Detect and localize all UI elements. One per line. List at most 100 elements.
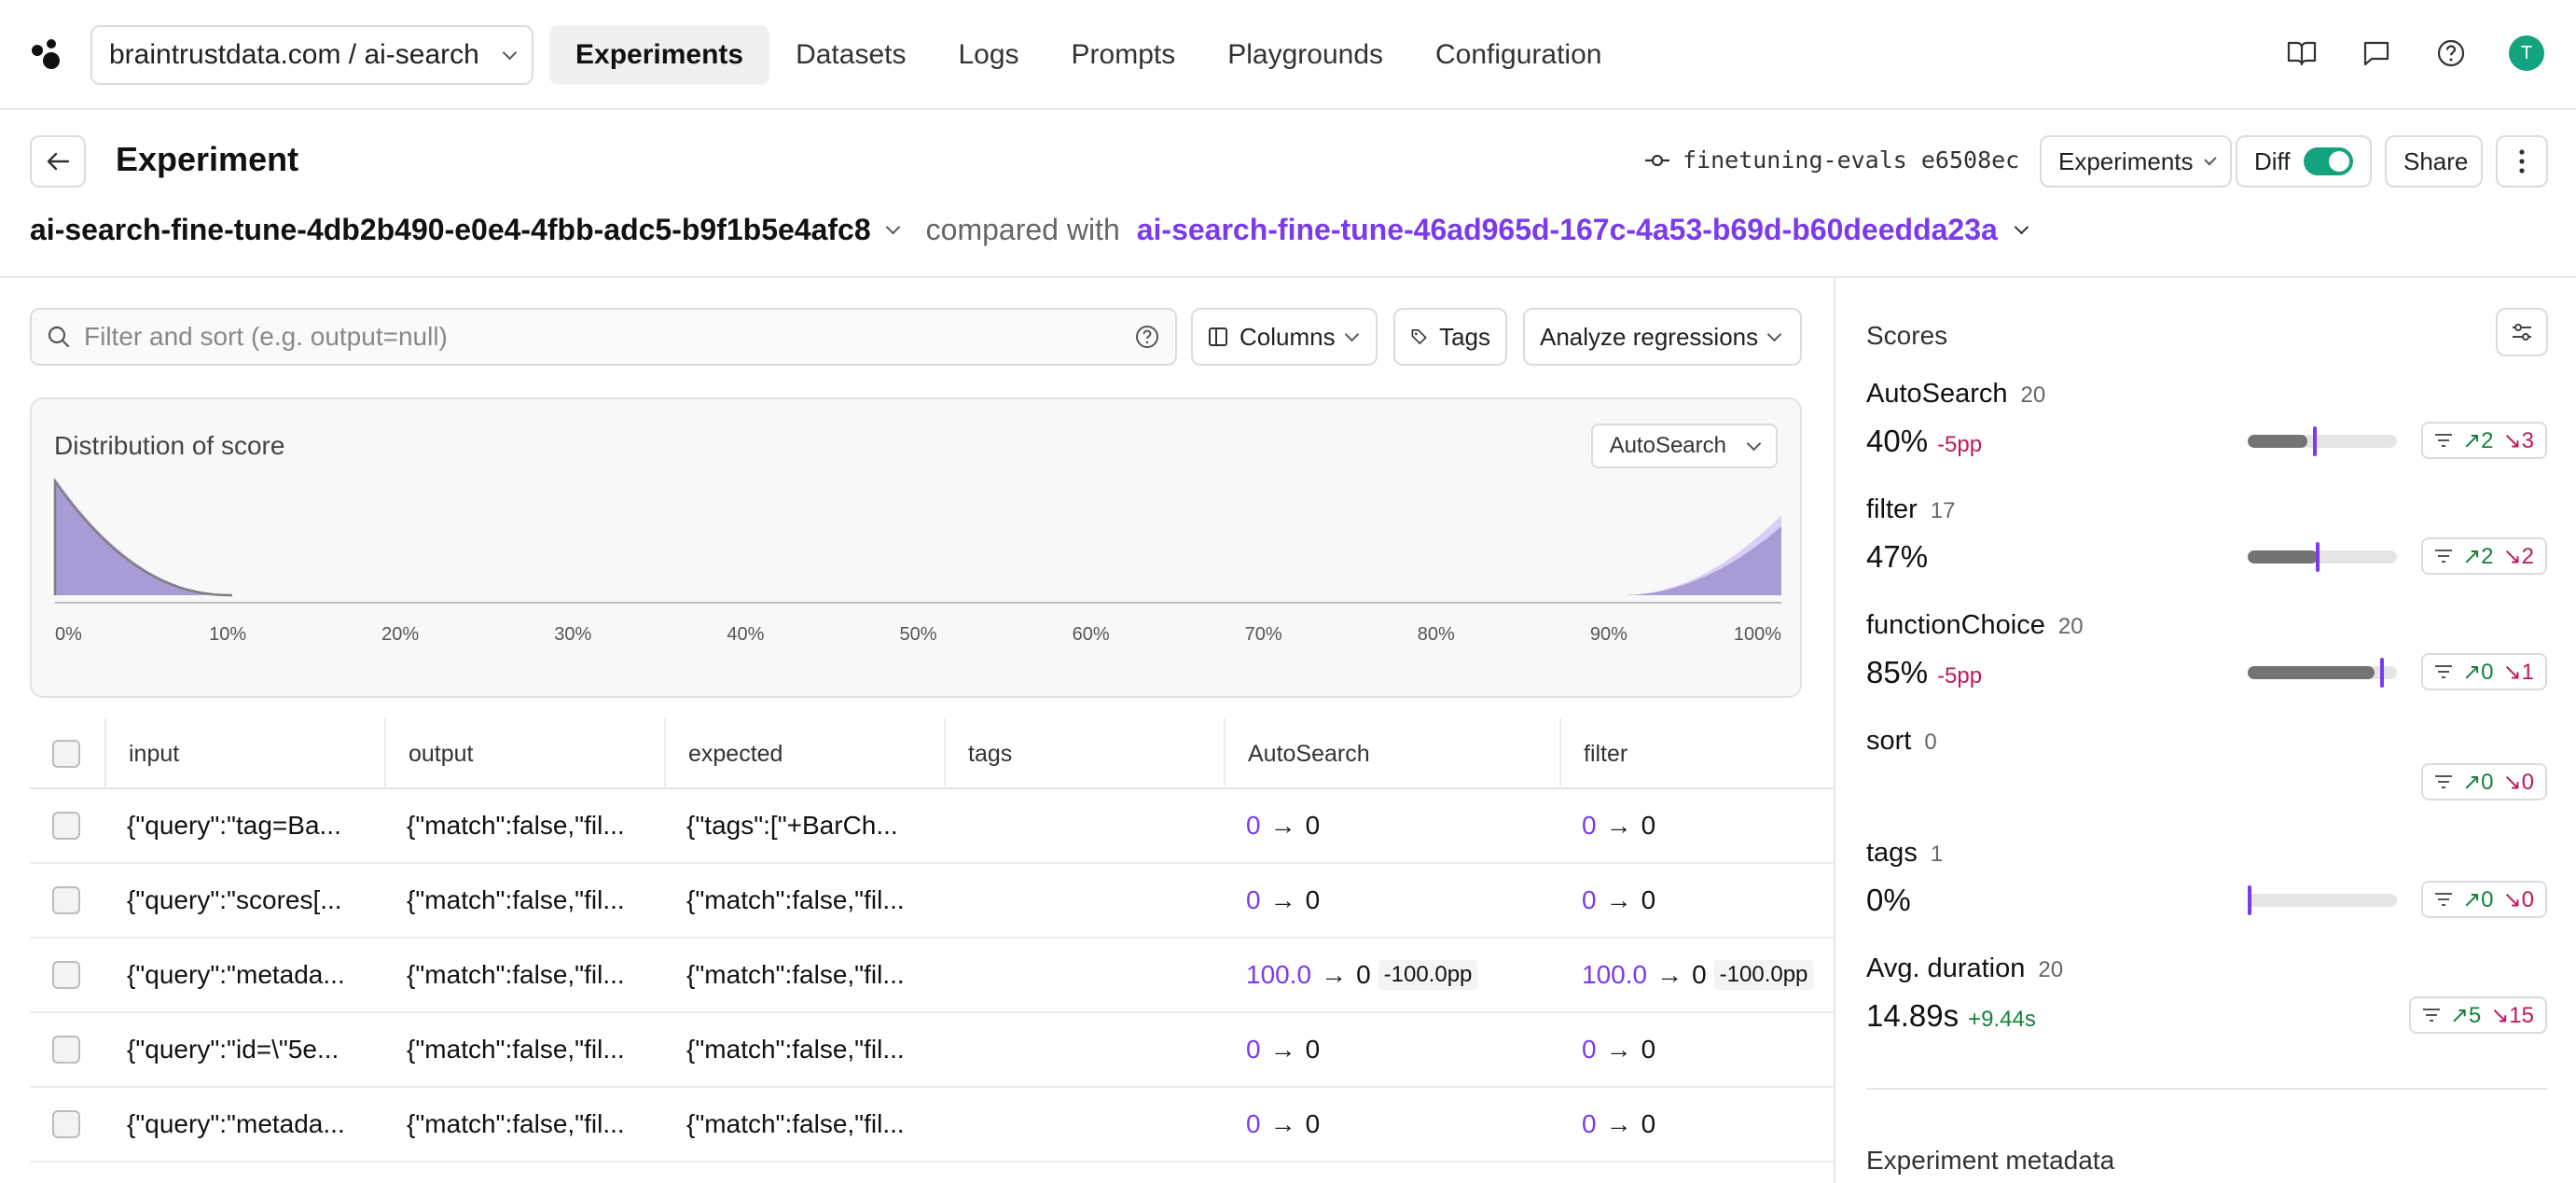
docs-book-icon[interactable] bbox=[2285, 36, 2319, 70]
tags-button[interactable]: Tags bbox=[1393, 308, 1507, 366]
improvements-value: 0 bbox=[2481, 769, 2494, 795]
improvements-regressions-filter[interactable]: ↗ 2 ↘2 bbox=[2421, 537, 2547, 575]
diff-switch[interactable] bbox=[2303, 147, 2353, 175]
table-row[interactable]: {"query":"tag=Ba... {"match":false,"fil.… bbox=[30, 789, 1834, 864]
trend-up-icon: ↗ bbox=[2462, 543, 2482, 569]
row-checkbox[interactable] bbox=[52, 812, 80, 840]
trend-up-icon: ↗ bbox=[2462, 769, 2482, 795]
top-right-icons: T bbox=[2285, 35, 2544, 71]
project-selector[interactable]: braintrustdata.com / ai-search bbox=[90, 25, 533, 85]
column-header-filter[interactable]: filter bbox=[1559, 718, 1834, 789]
regressions-count: ↘2 bbox=[2503, 543, 2534, 570]
columns-button[interactable]: Columns bbox=[1191, 308, 1378, 366]
user-avatar[interactable]: T bbox=[2509, 35, 2544, 71]
column-header-expected[interactable]: expected bbox=[664, 718, 944, 789]
score-summary-item[interactable]: Avg. duration 20 14.89s +9.44s ↗5 ↘15 bbox=[1866, 953, 2547, 1047]
improvements-regressions-filter[interactable]: ↗5 ↘15 bbox=[2408, 996, 2547, 1034]
column-header-input[interactable]: input bbox=[104, 718, 384, 789]
base-experiment-name[interactable]: ai-search-fine-tune-4db2b490-e0e4-4fbb-a… bbox=[30, 213, 871, 247]
score-bar-fill bbox=[2248, 550, 2319, 564]
comparison-experiment-name[interactable]: ai-search-fine-tune-46ad965d-167c-4a53-b… bbox=[1137, 213, 1998, 247]
score-value: 14.89s bbox=[1866, 998, 1960, 1033]
score-value: 85% bbox=[1866, 655, 1929, 689]
help-circle-icon[interactable] bbox=[2434, 36, 2468, 70]
improvements-regressions-filter[interactable]: ↗2 ↘3 bbox=[2421, 422, 2547, 459]
cell-expected: {"tags":["+BarCh... bbox=[686, 811, 898, 840]
trend-up-icon: ↗ bbox=[2449, 1002, 2469, 1028]
score-summary-item[interactable]: functionChoice 20 85% -5pp ↗0 ↘1 bbox=[1866, 610, 2547, 703]
scores-settings-button[interactable] bbox=[2496, 308, 2548, 356]
chevron-down-icon[interactable] bbox=[2014, 219, 2029, 235]
share-button[interactable]: Share bbox=[2385, 135, 2483, 188]
table-header: input output expected tags AutoSearch fi… bbox=[30, 718, 1834, 789]
braintrust-logo-icon[interactable] bbox=[32, 39, 63, 71]
table-row[interactable]: {"query":"metada... {"match":false,"fil.… bbox=[30, 1088, 1834, 1162]
select-all-checkbox[interactable] bbox=[52, 740, 80, 768]
row-checkbox[interactable] bbox=[52, 961, 80, 989]
experiments-dropdown[interactable]: Experiments bbox=[2040, 135, 2232, 188]
commit-label: finetuning-evals e6508ec bbox=[1683, 146, 2020, 174]
tab-prompts[interactable]: Prompts bbox=[1046, 25, 1202, 85]
table-row[interactable]: {"query":"metada... {"match":false,"fil.… bbox=[30, 939, 1834, 1013]
help-circle-icon[interactable] bbox=[1134, 324, 1160, 350]
column-header-tags[interactable]: tags bbox=[944, 718, 1224, 789]
trend-down-icon: ↘ bbox=[2502, 886, 2522, 912]
chevron-down-icon[interactable] bbox=[885, 219, 900, 235]
filter-search-input[interactable]: Filter and sort (e.g. output=null) bbox=[30, 308, 1177, 366]
row-checkbox[interactable] bbox=[52, 1110, 80, 1138]
more-options-button[interactable] bbox=[2496, 135, 2548, 188]
tab-logs[interactable]: Logs bbox=[932, 25, 1045, 85]
filter-lines-icon bbox=[2422, 1009, 2440, 1022]
score-summary-item[interactable]: AutoSearch 20 40% -5pp ↗2 ↘3 bbox=[1866, 379, 2547, 472]
column-header-output[interactable]: output bbox=[384, 718, 664, 789]
trend-down-icon: ↘ bbox=[2502, 427, 2522, 453]
cell-expected: {"match":false,"fil... bbox=[686, 885, 905, 914]
score-count: 20 bbox=[2038, 957, 2064, 982]
tab-playgrounds[interactable]: Playgrounds bbox=[1201, 25, 1409, 85]
regressions-count: ↘3 bbox=[2503, 427, 2534, 454]
cell-autosearch: 0 → 0 bbox=[1246, 789, 1554, 862]
column-header-autosearch[interactable]: AutoSearch bbox=[1224, 718, 1559, 789]
tab-datasets[interactable]: Datasets bbox=[769, 25, 932, 85]
score-summary-item[interactable]: filter 17 47% ↗2 ↘2 bbox=[1866, 494, 2547, 588]
distribution-tick-label: 50% bbox=[899, 624, 936, 645]
tab-configuration[interactable]: Configuration bbox=[1409, 25, 1627, 85]
row-checkbox[interactable] bbox=[52, 886, 80, 914]
back-button[interactable] bbox=[30, 135, 86, 188]
diff-toggle[interactable]: Diff bbox=[2236, 135, 2372, 188]
analyze-regressions-button[interactable]: Analyze regressions bbox=[1523, 308, 1802, 366]
feedback-chat-icon[interactable] bbox=[2360, 36, 2393, 70]
table-row[interactable]: {"query":"scores[... {"match":false,"fil… bbox=[30, 864, 1834, 939]
distribution-tick-label: 70% bbox=[1245, 624, 1282, 645]
score-name: sort bbox=[1866, 726, 1912, 756]
git-commit-icon bbox=[1645, 154, 1669, 166]
score-summary-item[interactable]: sort 0 ↗0 ↘ 0 bbox=[1866, 726, 2547, 810]
regressions-value: 2 bbox=[2521, 543, 2534, 569]
cell-output: {"match":false,"fil... bbox=[407, 885, 625, 914]
cell-expected: {"match":false,"fil... bbox=[686, 1109, 905, 1138]
autosearch-new-value: 0 bbox=[1305, 1109, 1321, 1138]
row-checkbox[interactable] bbox=[52, 1036, 80, 1064]
improvements-regressions-filter[interactable]: ↗0 ↘1 bbox=[2421, 653, 2547, 690]
improvements-regressions-filter[interactable]: ↗0 ↘ 0 bbox=[2421, 763, 2547, 800]
score-summary-item[interactable]: tags 1 0% ↗0 ↘0 bbox=[1866, 838, 2547, 931]
filter-new-value: 0 bbox=[1641, 811, 1656, 840]
cell-filter: 0 → 0 bbox=[1582, 1088, 1834, 1161]
table-row[interactable]: {"query":"id=\"5e... {"match":false,"fil… bbox=[30, 1013, 1834, 1088]
improvements-count: ↗0 bbox=[2462, 659, 2493, 686]
improvements-regressions-filter[interactable]: ↗0 ↘0 bbox=[2421, 881, 2547, 918]
score-diff: +9.44s bbox=[1968, 1007, 2036, 1032]
filter-lines-icon bbox=[2435, 434, 2453, 447]
improvements-count: ↗0 bbox=[2462, 769, 2493, 796]
trend-down-icon: ↘ bbox=[2502, 769, 2522, 795]
tab-experiments[interactable]: Experiments bbox=[549, 25, 770, 85]
filter-lines-icon bbox=[2435, 775, 2453, 788]
row-select-cell bbox=[52, 789, 80, 862]
panel-divider bbox=[1834, 278, 1835, 1183]
score-count: 20 bbox=[2057, 614, 2084, 639]
autosearch-delta: -100.0pp bbox=[1378, 960, 1478, 990]
filter-old-value: 0 bbox=[1582, 885, 1597, 914]
autosearch-old-value: 0 bbox=[1246, 811, 1261, 840]
columns-label: Columns bbox=[1240, 322, 1336, 351]
distribution-left-base-area bbox=[55, 481, 232, 595]
